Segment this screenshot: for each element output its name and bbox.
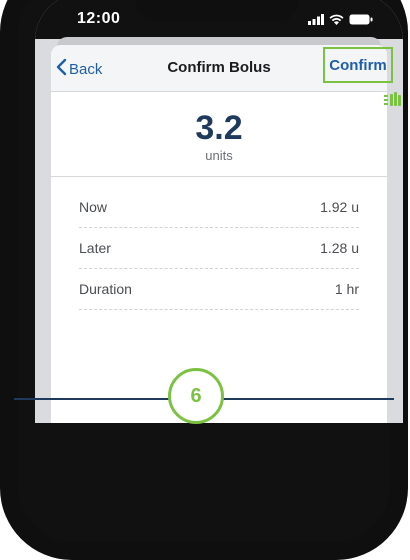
bolus-amount: 3.2 — [195, 109, 243, 147]
row-value: 1 hr — [334, 281, 359, 297]
row-now: Now 1.92 u — [79, 187, 359, 228]
phone-frame: 12:00 Back Confirm Bolus Confirm 3.2 uni… — [0, 0, 408, 560]
wifi-icon — [329, 12, 344, 30]
battery-icon — [349, 12, 373, 30]
phone-screen: 12:00 Back Confirm Bolus Confirm 3.2 uni… — [35, 0, 403, 423]
status-time: 12:00 — [77, 10, 121, 27]
row-value: 1.28 u — [320, 240, 359, 256]
status-icons — [308, 12, 373, 30]
bolus-units: units — [205, 148, 233, 163]
row-label: Later — [79, 240, 111, 256]
divider — [51, 176, 387, 177]
phone-bezel: 12:00 Back Confirm Bolus Confirm 3.2 uni… — [18, 0, 403, 542]
row-label: Now — [79, 199, 108, 215]
row-later: Later 1.28 u — [79, 228, 359, 269]
row-duration: Duration 1 hr — [79, 269, 359, 310]
signal-icon — [308, 12, 324, 30]
confirm-button[interactable]: Confirm — [323, 47, 393, 83]
navigation-bar: Back Confirm Bolus Confirm — [51, 45, 393, 92]
row-value: 1.92 u — [320, 199, 359, 215]
bolus-details: Now 1.92 u Later 1.28 u Duration 1 hr — [79, 187, 359, 310]
tap-hand-icon — [384, 92, 402, 111]
step-number-badge: 6 — [168, 368, 224, 424]
confirm-bolus-sheet: Back Confirm Bolus Confirm 3.2 units Now… — [51, 45, 393, 423]
row-label: Duration — [79, 281, 132, 297]
notch — [135, 0, 299, 21]
